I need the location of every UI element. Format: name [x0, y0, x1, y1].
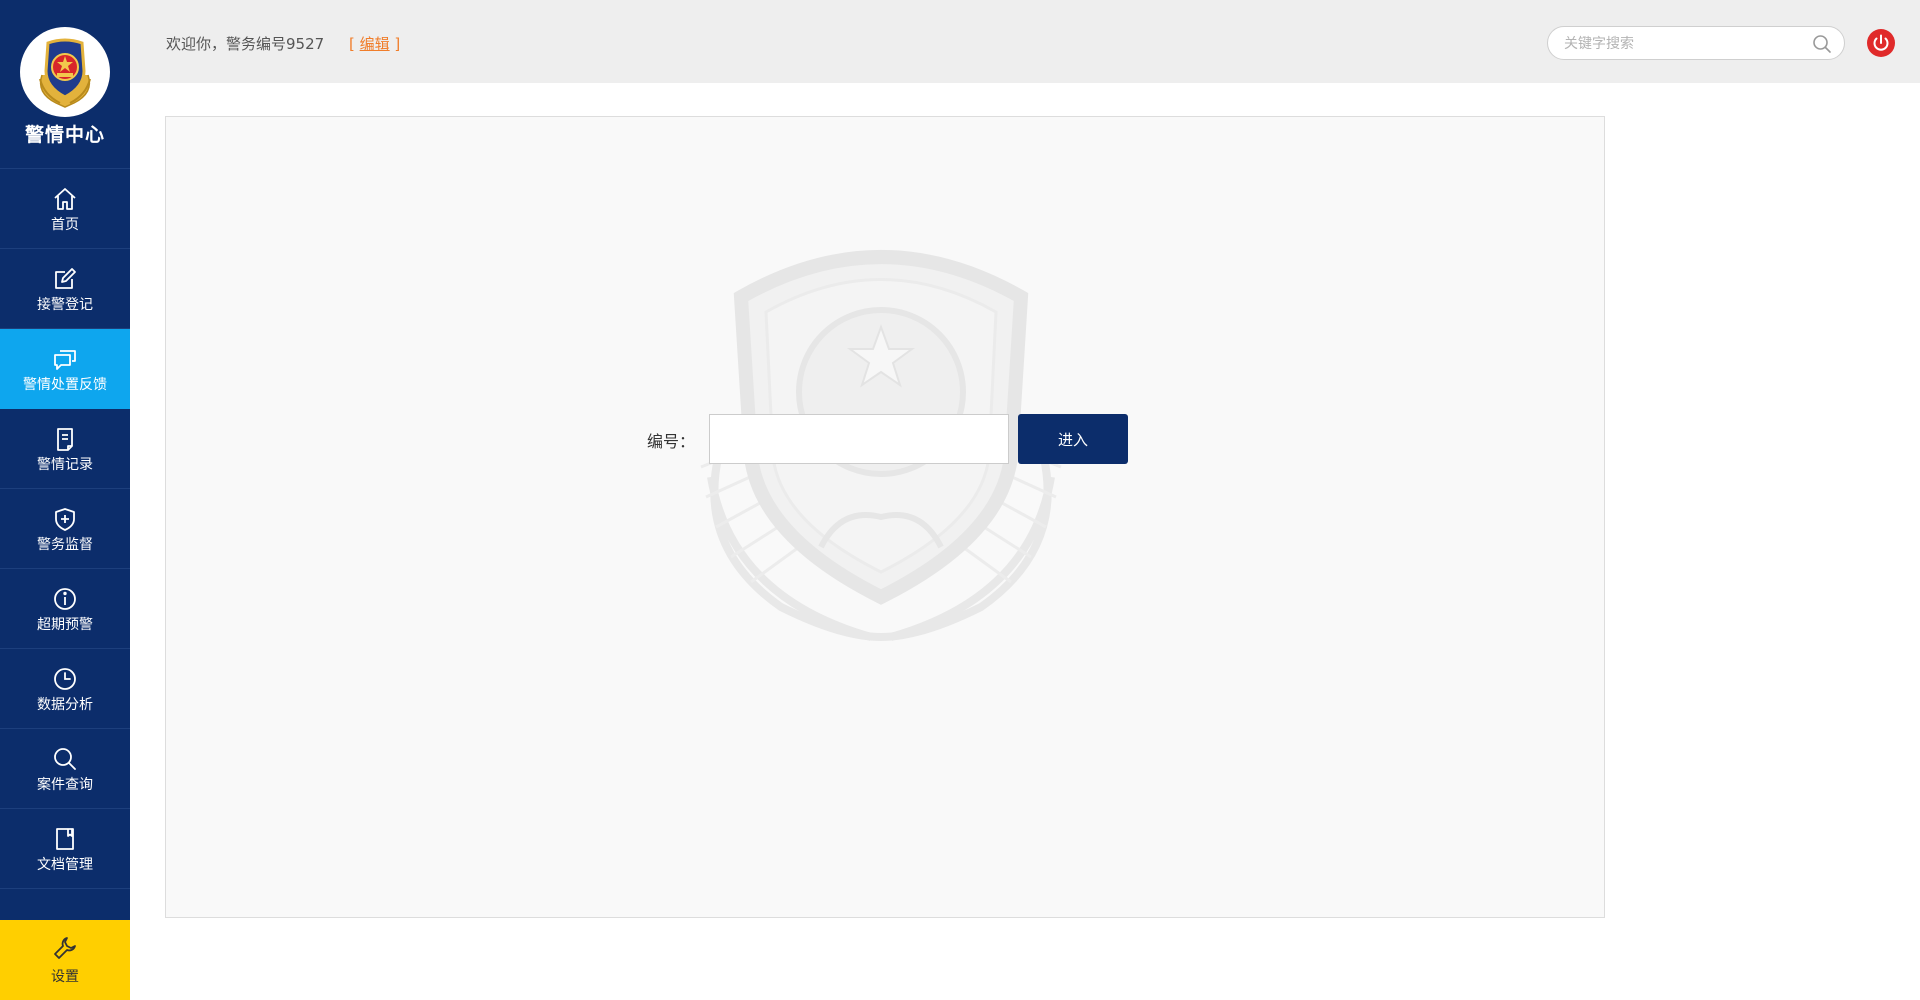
- power-logout-icon[interactable]: [1867, 29, 1895, 57]
- search-box: [1547, 26, 1845, 61]
- sidebar-item-label: 接警登记: [37, 296, 93, 313]
- sidebar-item-incident-records[interactable]: 警情记录: [0, 409, 130, 489]
- sidebar-item-document-management[interactable]: 文档管理: [0, 809, 130, 889]
- search-icon[interactable]: [1812, 34, 1832, 54]
- info-icon: [51, 585, 79, 613]
- sidebar-item-label: 数据分析: [37, 696, 93, 713]
- id-label: 编号：: [647, 432, 696, 451]
- sidebar-item-overdue-warning[interactable]: 超期预警: [0, 569, 130, 649]
- sidebar-item-alarm-register[interactable]: 接警登记: [0, 249, 130, 329]
- sidebar-item-police-supervision[interactable]: 警务监督: [0, 489, 130, 569]
- sidebar-item-settings[interactable]: 设置: [0, 920, 130, 1000]
- brand-title: 警情中心: [24, 124, 105, 146]
- clock-icon: [51, 665, 79, 693]
- shield-plus-icon: [51, 505, 79, 533]
- search-input[interactable]: [1562, 27, 1806, 61]
- sidebar-item-incident-feedback[interactable]: 警情处置反馈: [0, 329, 130, 409]
- home-icon: [51, 185, 79, 213]
- sidebar-item-label: 警情记录: [37, 456, 93, 473]
- logo-area: 警情中心: [0, 0, 130, 169]
- sidebar-item-data-analysis[interactable]: 数据分析: [0, 649, 130, 729]
- wrench-icon: [51, 934, 79, 962]
- top-bar: 欢迎你，警务编号9527 [ 编辑 ]: [130, 0, 1920, 83]
- sidebar-item-home[interactable]: 首页: [0, 169, 130, 249]
- chat-icon: [51, 345, 79, 373]
- sidebar-item-label: 首页: [51, 216, 79, 233]
- sidebar-item-label: 案件查询: [37, 776, 93, 793]
- sidebar-item-label: 文档管理: [37, 856, 93, 873]
- bracket-open: [: [349, 35, 360, 53]
- edit-link[interactable]: 编辑: [360, 35, 390, 53]
- edit-profile: [ 编辑 ]: [349, 33, 400, 54]
- sidebar-item-label: 超期预警: [37, 616, 93, 633]
- police-emblem-icon: [39, 38, 91, 108]
- bracket-close: ]: [389, 35, 401, 53]
- police-badge-logo: [20, 27, 110, 117]
- sidebar: 警情中心 首页 接警登记 警情处置反馈 警情记录 警务监督 超期预警 数据分析 …: [0, 0, 130, 1000]
- entry-panel: 编号： 进入: [165, 116, 1605, 918]
- id-input[interactable]: [709, 414, 1009, 464]
- search-icon: [51, 745, 79, 773]
- book-icon: [51, 825, 79, 853]
- sidebar-item-label: 警情处置反馈: [23, 376, 107, 393]
- welcome-text: 欢迎你，警务编号9527: [166, 35, 325, 53]
- enter-button[interactable]: 进入: [1018, 414, 1128, 464]
- sidebar-item-case-query[interactable]: 案件查询: [0, 729, 130, 809]
- settings-label: 设置: [51, 969, 79, 985]
- document-icon: [51, 425, 79, 453]
- edit-icon: [51, 265, 79, 293]
- sidebar-item-label: 警务监督: [37, 536, 93, 553]
